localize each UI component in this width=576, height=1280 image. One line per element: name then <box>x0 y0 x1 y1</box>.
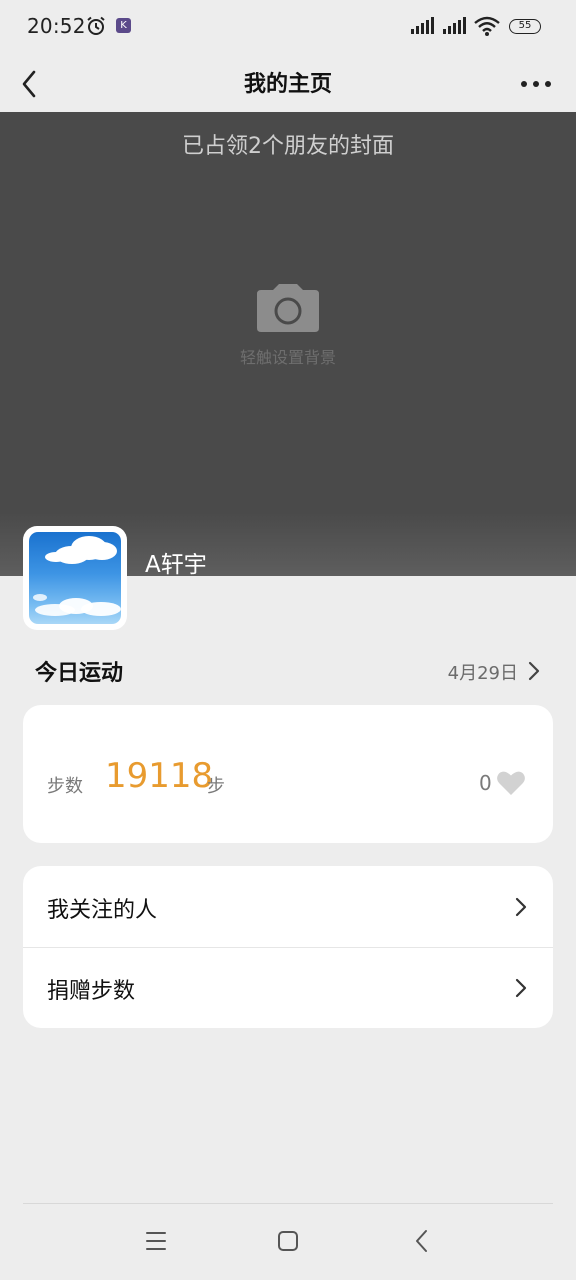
camera-icon[interactable] <box>255 282 321 334</box>
menu-card: 我关注的人 捐赠步数 <box>23 866 553 1028</box>
status-time: 20:52 <box>27 14 86 38</box>
header: 我的主页 <box>0 56 576 112</box>
steps-card[interactable]: 步数 19118 步 0 <box>23 705 553 843</box>
more-icon[interactable] <box>518 70 554 98</box>
steps-label: 步数 <box>47 776 83 797</box>
page-title: 我的主页 <box>243 72 332 97</box>
wifi-icon <box>474 16 500 36</box>
menu-item-label: 捐赠步数 <box>47 979 136 1004</box>
back-icon[interactable] <box>407 1226 437 1256</box>
chevron-right-icon <box>515 978 527 998</box>
menu-icon[interactable] <box>141 1226 171 1256</box>
likes-count: 0 <box>479 771 492 795</box>
today-exercise-title: 今日运动 <box>35 661 124 686</box>
cover-title: 已占领2个朋友的封面 <box>182 134 394 159</box>
heart-icon[interactable] <box>496 769 526 797</box>
steps-unit: 步 <box>207 776 225 797</box>
alarm-icon <box>87 16 105 35</box>
menu-item-donate-steps[interactable]: 捐赠步数 <box>23 947 553 1028</box>
chevron-right-icon[interactable] <box>526 659 542 683</box>
avatar[interactable] <box>23 526 127 630</box>
today-date[interactable]: 4月29日 <box>448 659 518 685</box>
steps-value: 19118 <box>105 756 214 796</box>
menu-item-label: 我关注的人 <box>47 898 158 923</box>
chevron-right-icon <box>515 897 527 917</box>
signal-icon <box>443 17 466 34</box>
app-notification-icon: K <box>116 18 131 33</box>
cover-area[interactable]: 已占领2个朋友的封面 轻触设置背景 A轩宇 <box>0 112 576 578</box>
divider <box>23 1203 553 1204</box>
battery-icon: 55 <box>509 19 541 34</box>
home-icon[interactable] <box>273 1226 303 1256</box>
menu-item-following[interactable]: 我关注的人 <box>23 866 553 947</box>
avatar-image <box>29 532 121 624</box>
set-background-hint[interactable]: 轻触设置背景 <box>0 344 576 368</box>
username: A轩宇 <box>145 552 207 578</box>
status-bar: 20:52 K 55 <box>0 0 576 56</box>
signal-icon <box>411 17 434 34</box>
